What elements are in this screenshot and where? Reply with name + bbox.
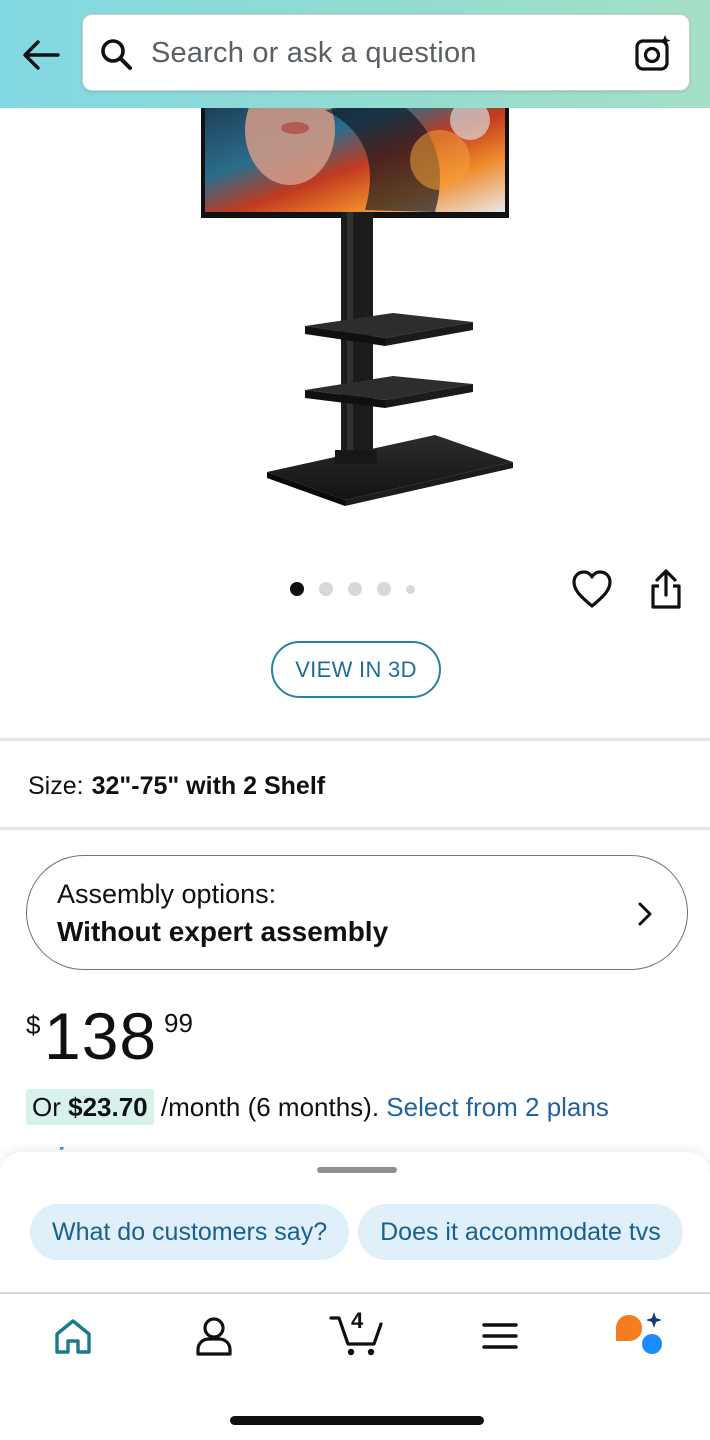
- nav-home[interactable]: [51, 1314, 95, 1358]
- home-indicator: [230, 1416, 484, 1425]
- price-currency-symbol: $: [26, 1010, 41, 1040]
- monthly-payment-highlight: Or $23.70: [26, 1089, 154, 1125]
- price-fraction: 99: [164, 1008, 193, 1038]
- carousel-dot[interactable]: [319, 582, 333, 596]
- price-whole: 138: [44, 999, 158, 1073]
- assembly-options-button[interactable]: Assembly options: Without expert assembl…: [26, 855, 688, 970]
- section-divider: [0, 738, 710, 741]
- image-carousel-dots[interactable]: [290, 582, 415, 596]
- select-plans-link[interactable]: Select from 2 plans: [386, 1092, 609, 1122]
- assistant-icon: [616, 1312, 662, 1354]
- hamburger-menu-icon: [482, 1323, 518, 1349]
- search-icon: [101, 39, 132, 70]
- home-icon: [55, 1319, 91, 1354]
- nav-cart[interactable]: 4: [328, 1306, 388, 1358]
- question-chip[interactable]: Does it accommodate tvs: [358, 1204, 683, 1260]
- nav-account[interactable]: [192, 1314, 236, 1358]
- monthly-prefix: Or: [32, 1092, 69, 1122]
- cart-count-badge: 4: [351, 1308, 364, 1333]
- camera-lens-icon[interactable]: [633, 33, 673, 73]
- monthly-payment-row: Or $23.70 /month (6 months). Select from…: [26, 1089, 609, 1125]
- bottom-navigation: 4: [0, 1292, 710, 1440]
- nav-assistant[interactable]: [612, 1310, 666, 1356]
- size-value: 32"-75" with 2 Shelf: [91, 772, 326, 800]
- rufus-bottom-sheet[interactable]: What do customers say? Does it accommodat…: [0, 1152, 710, 1292]
- view-in-3d-button[interactable]: VIEW IN 3D: [271, 641, 441, 698]
- search-input[interactable]: Search or ask a question: [151, 37, 477, 70]
- search-bar[interactable]: Search or ask a question: [82, 14, 690, 91]
- share-icon: [651, 569, 681, 609]
- carousel-dot[interactable]: [290, 582, 304, 596]
- arrow-left-icon: [23, 40, 60, 70]
- carousel-dot[interactable]: [377, 582, 391, 596]
- section-divider: [0, 827, 710, 830]
- question-chip[interactable]: What do customers say?: [30, 1204, 350, 1260]
- chevron-right-icon: [638, 902, 652, 926]
- size-selector[interactable]: Size: 32"-75" with 2 Shelf: [28, 772, 325, 801]
- heart-outline-icon: [572, 570, 612, 608]
- account-icon: [196, 1317, 232, 1356]
- back-button[interactable]: [20, 36, 62, 74]
- nav-menu[interactable]: [478, 1314, 522, 1358]
- carousel-dot[interactable]: [348, 582, 362, 596]
- share-button[interactable]: [645, 568, 687, 612]
- product-image[interactable]: [195, 75, 525, 520]
- assembly-options-title: Assembly options:: [57, 879, 277, 909]
- carousel-dot[interactable]: [406, 584, 415, 594]
- sheet-drag-handle[interactable]: [317, 1167, 397, 1173]
- top-header: Search or ask a question: [0, 0, 710, 108]
- suggested-questions: What do customers say? Does it accommodat…: [30, 1204, 710, 1262]
- monthly-suffix: /month (6 months).: [153, 1092, 387, 1122]
- size-label: Size:: [28, 772, 84, 800]
- wishlist-button[interactable]: [570, 568, 614, 612]
- monthly-amount: $23.70: [68, 1092, 148, 1122]
- assembly-options-value: Without expert assembly: [57, 916, 389, 947]
